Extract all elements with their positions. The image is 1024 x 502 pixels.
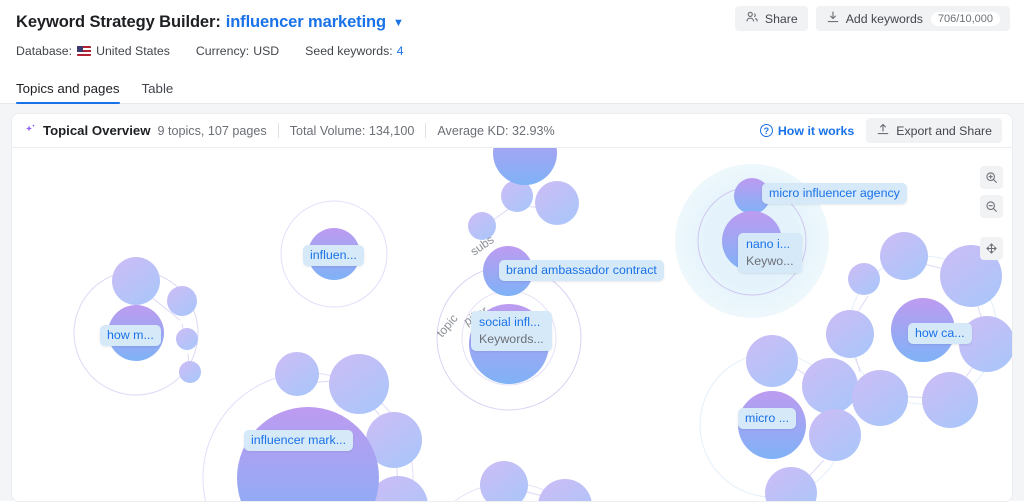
node-label-secondary: Keywo... xyxy=(746,253,794,270)
currency-label: Currency: xyxy=(196,44,249,58)
seed-keywords-value[interactable]: 4 xyxy=(397,44,404,58)
node-label-influencer-mark[interactable]: influencer mark... xyxy=(244,430,353,451)
ai-sparkle-icon xyxy=(24,123,37,138)
currency-meta: Currency: USD xyxy=(196,44,279,58)
card-header-actions: ? How it works Export and Share xyxy=(760,118,1002,143)
graph-zoom-controls xyxy=(980,166,1003,260)
node-label-micro-influencer-agency[interactable]: micro influencer agency xyxy=(762,183,907,204)
database-meta: Database: United States xyxy=(16,44,170,58)
card-stat-average-kd: Average KD: 32.93% xyxy=(437,124,554,138)
page-header: Keyword Strategy Builder: influencer mar… xyxy=(0,0,1024,62)
card-header: Topical Overview 9 topics, 107 pages Tot… xyxy=(12,114,1012,148)
cluster-bottom-center[interactable] xyxy=(419,461,630,501)
tab-bar: Topics and pages Table xyxy=(0,72,1024,104)
cluster-influencer-marketing[interactable] xyxy=(203,352,428,501)
database-label: Database: xyxy=(16,44,72,58)
header-actions: Share Add keywords 706/10,000 xyxy=(735,6,1010,31)
header-meta: Database: United States Currency: USD Se… xyxy=(16,40,1008,62)
node-label-how-m[interactable]: how m... xyxy=(100,325,161,346)
us-flag-icon xyxy=(77,46,91,56)
card-stat-total-volume: Total Volume: 134,100 xyxy=(290,124,415,138)
share-button[interactable]: Share xyxy=(735,6,808,31)
divider xyxy=(278,123,279,138)
share-button-label: Share xyxy=(765,12,798,26)
how-it-works-label: How it works xyxy=(778,124,854,138)
add-keywords-button[interactable]: Add keywords 706/10,000 xyxy=(816,6,1010,31)
node-label-brand-ambassador-contract[interactable]: brand ambassador contract xyxy=(499,260,664,281)
people-icon xyxy=(745,10,759,27)
export-and-share-label: Export and Share xyxy=(896,124,992,138)
tab-table[interactable]: Table xyxy=(142,81,174,103)
seed-keywords-label: Seed keywords: xyxy=(305,44,393,58)
arc-label-topic: topic xyxy=(434,312,461,340)
database-value: United States xyxy=(96,44,170,58)
node-label-how-ca[interactable]: how ca... xyxy=(908,323,972,344)
topical-overview-card: Topical Overview 9 topics, 107 pages Tot… xyxy=(12,114,1012,501)
magnifier-plus-icon xyxy=(985,171,998,184)
currency-value: USD xyxy=(253,44,279,58)
crosshair-icon xyxy=(985,242,998,255)
zoom-out-button[interactable] xyxy=(980,195,1003,218)
download-icon xyxy=(826,10,840,27)
canvas-area: Topical Overview 9 topics, 107 pages Tot… xyxy=(0,104,1024,501)
divider xyxy=(425,123,426,138)
node-label-primary: social infl... xyxy=(479,315,540,329)
zoom-in-button[interactable] xyxy=(980,166,1003,189)
question-circle-icon: ? xyxy=(760,124,773,137)
node-label-primary: nano i... xyxy=(746,237,790,251)
topical-graph[interactable]: topic subs pillar xyxy=(12,148,1012,501)
node-label-micro[interactable]: micro ... xyxy=(738,408,796,429)
add-keywords-button-label: Add keywords xyxy=(846,12,923,26)
magnifier-minus-icon xyxy=(985,200,998,213)
page-title-prefix: Keyword Strategy Builder: xyxy=(16,13,221,32)
card-stat-topics-pages: 9 topics, 107 pages xyxy=(158,124,267,138)
chevron-down-icon[interactable]: ▼ xyxy=(393,18,404,29)
node-label-social-influencer[interactable]: social infl... Keywords... xyxy=(471,311,552,351)
upload-icon xyxy=(876,122,890,139)
card-title: Topical Overview xyxy=(43,123,151,138)
node-label-nano-i[interactable]: nano i... Keywo... xyxy=(738,233,802,273)
node-label-influen[interactable]: influen... xyxy=(303,245,364,266)
tab-topics-and-pages[interactable]: Topics and pages xyxy=(16,81,120,103)
page-title-keyword[interactable]: influencer marketing xyxy=(226,13,386,32)
fit-to-screen-button[interactable] xyxy=(980,237,1003,260)
how-it-works-link[interactable]: ? How it works xyxy=(760,124,854,138)
keyword-strategy-builder-page: Keyword Strategy Builder: influencer mar… xyxy=(0,0,1024,502)
export-and-share-button[interactable]: Export and Share xyxy=(866,118,1002,143)
keywords-quota-badge: 706/10,000 xyxy=(931,12,1000,26)
node-label-secondary: Keywords... xyxy=(479,331,544,348)
seed-keywords-meta: Seed keywords: 4 xyxy=(305,44,403,58)
